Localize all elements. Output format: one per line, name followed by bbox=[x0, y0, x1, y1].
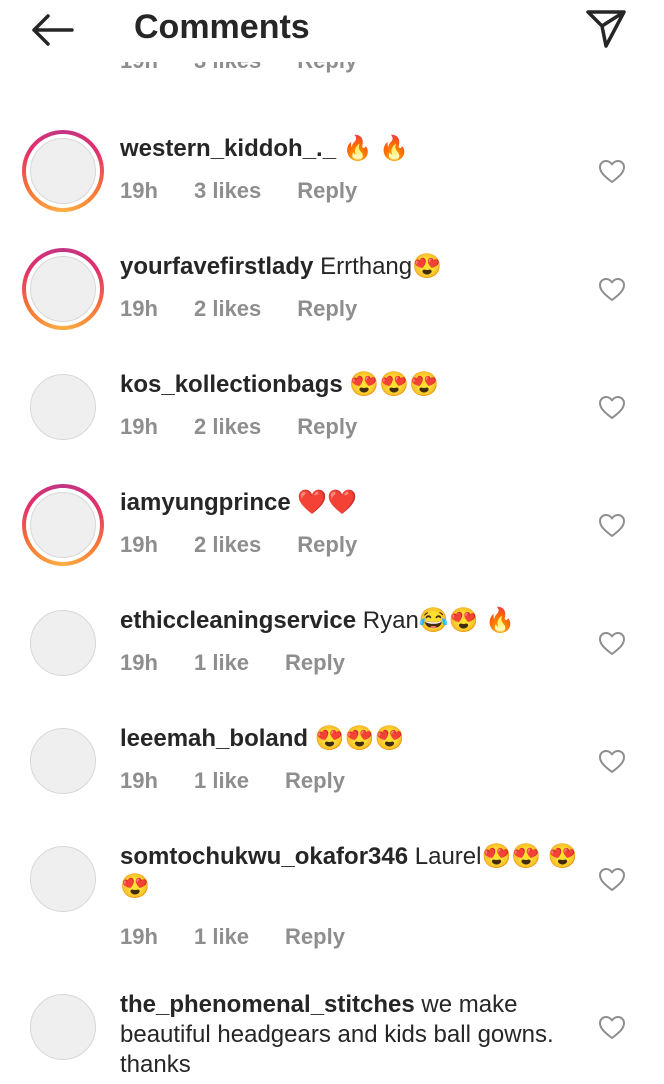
like-heart-icon[interactable] bbox=[598, 866, 626, 894]
comment-likes[interactable]: 1 like bbox=[194, 768, 249, 794]
comment-username[interactable]: western_kiddoh_._ bbox=[120, 135, 336, 162]
like-heart-icon[interactable] bbox=[598, 158, 626, 186]
comment-time: 19h bbox=[120, 650, 158, 675]
comment-username[interactable]: iamyungprince bbox=[120, 489, 291, 516]
like-heart-icon[interactable] bbox=[598, 394, 626, 422]
reply-button[interactable]: Reply bbox=[285, 924, 345, 950]
like-heart-icon[interactable] bbox=[598, 276, 626, 304]
comment-likes[interactable]: 2 likes bbox=[194, 414, 261, 440]
avatar[interactable] bbox=[22, 248, 104, 330]
comment-username[interactable]: kos_kollectionbags bbox=[120, 371, 343, 398]
avatar-image bbox=[30, 374, 96, 440]
comment-text: western_kiddoh_._ 🔥 🔥 bbox=[120, 134, 580, 164]
reply-button[interactable]: Reply bbox=[297, 296, 357, 322]
comment-text: iamyungprince ❤️❤️ bbox=[120, 488, 580, 518]
comment-emoji: 😍😍😍 bbox=[342, 371, 440, 398]
send-icon[interactable] bbox=[584, 6, 628, 50]
comment-meta: 19h 2 likes Reply bbox=[120, 296, 357, 322]
reply-button[interactable]: Reply bbox=[285, 650, 345, 676]
avatar[interactable] bbox=[22, 720, 104, 802]
comment-meta: 19h 1 like Reply bbox=[120, 924, 345, 950]
comment-username[interactable]: ethiccleaningservice bbox=[120, 607, 356, 634]
like-heart-icon[interactable] bbox=[598, 512, 626, 540]
comment-username[interactable]: yourfavefirstlady bbox=[120, 253, 313, 280]
avatar[interactable] bbox=[22, 484, 104, 566]
comment-likes[interactable]: 3 likes bbox=[194, 178, 261, 204]
comment-time: 19h bbox=[120, 924, 158, 949]
comment-emoji: 🔥 🔥 bbox=[336, 135, 410, 162]
comment-text: yourfavefirstlady Errthang😍 bbox=[120, 252, 580, 282]
comment-time: 19h bbox=[120, 296, 158, 321]
comment-emoji: 😍 bbox=[412, 253, 443, 280]
comment-emoji: ❤️❤️ bbox=[290, 489, 358, 516]
comment-text: kos_kollectionbags 😍😍😍 bbox=[120, 370, 580, 400]
comment-time: 19h bbox=[120, 60, 158, 73]
comment-text: leeemah_boland 😍😍😍 bbox=[120, 724, 580, 754]
comment-meta: 19h 2 likes Reply bbox=[120, 414, 357, 440]
comment-username[interactable]: somtochukwu_okafor346 bbox=[120, 843, 408, 870]
comment-meta: 19h 1 like Reply bbox=[120, 768, 345, 794]
like-heart-icon[interactable] bbox=[598, 748, 626, 776]
avatar-image bbox=[30, 610, 96, 676]
like-heart-icon[interactable] bbox=[598, 1014, 626, 1042]
avatar[interactable] bbox=[22, 130, 104, 212]
comment-body: Ryan bbox=[356, 607, 419, 634]
comment-time: 19h bbox=[120, 768, 158, 793]
avatar[interactable] bbox=[22, 602, 104, 684]
avatar-image bbox=[30, 492, 96, 558]
comment-text: somtochukwu_okafor346 Laurel😍😍 😍😍 bbox=[120, 842, 580, 902]
comment-text: ethiccleaningservice Ryan😂😍 🔥 bbox=[120, 606, 580, 636]
avatar-image bbox=[30, 256, 96, 322]
comment-time: 19h bbox=[120, 532, 158, 557]
comment-likes[interactable]: 2 likes bbox=[194, 296, 261, 322]
comment-body: Laurel bbox=[408, 843, 482, 870]
avatar-image bbox=[30, 728, 96, 794]
comment-meta: 19h 3 likes Reply bbox=[120, 178, 357, 204]
avatar[interactable] bbox=[22, 366, 104, 448]
reply-button[interactable]: Reply bbox=[297, 178, 357, 204]
comment-time: 19h bbox=[120, 178, 158, 203]
page-title: Comments bbox=[134, 8, 310, 46]
comment-likes[interactable]: 1 like bbox=[194, 650, 249, 676]
avatar[interactable] bbox=[22, 838, 104, 920]
like-heart-icon[interactable] bbox=[598, 630, 626, 658]
comment-username[interactable]: the_phenomenal_stitches bbox=[120, 991, 415, 1018]
reply-button[interactable]: Reply bbox=[297, 414, 357, 440]
reply-button[interactable]: Reply bbox=[285, 768, 345, 794]
comment-emoji: 😍😍😍 bbox=[308, 725, 405, 752]
avatar-image bbox=[30, 138, 96, 204]
avatar-image bbox=[30, 994, 96, 1060]
header-bar: Comments bbox=[0, 0, 664, 62]
comment-body: Errthang bbox=[313, 253, 413, 280]
reply-button[interactable]: Reply bbox=[297, 532, 357, 558]
comment-time: 19h bbox=[120, 414, 158, 439]
avatar-image bbox=[30, 846, 96, 912]
comment-meta: 19h 2 likes Reply bbox=[120, 532, 357, 558]
comment-username[interactable]: leeemah_boland bbox=[120, 725, 308, 752]
reply-button[interactable]: Reply bbox=[297, 60, 357, 74]
back-arrow-icon[interactable] bbox=[28, 10, 76, 50]
comment-text: the_phenomenal_stitches we make beautifu… bbox=[120, 990, 580, 1080]
comment-emoji: 😂😍 🔥 bbox=[418, 607, 516, 634]
comment-likes[interactable]: 1 like bbox=[194, 924, 249, 950]
comment-likes[interactable]: 2 likes bbox=[194, 532, 261, 558]
comment-likes[interactable]: 3 likes bbox=[194, 60, 261, 74]
partial-comment-meta: 19h 3 likes Reply bbox=[0, 60, 664, 84]
avatar[interactable] bbox=[22, 986, 104, 1068]
comment-meta: 19h 1 like Reply bbox=[120, 650, 345, 676]
